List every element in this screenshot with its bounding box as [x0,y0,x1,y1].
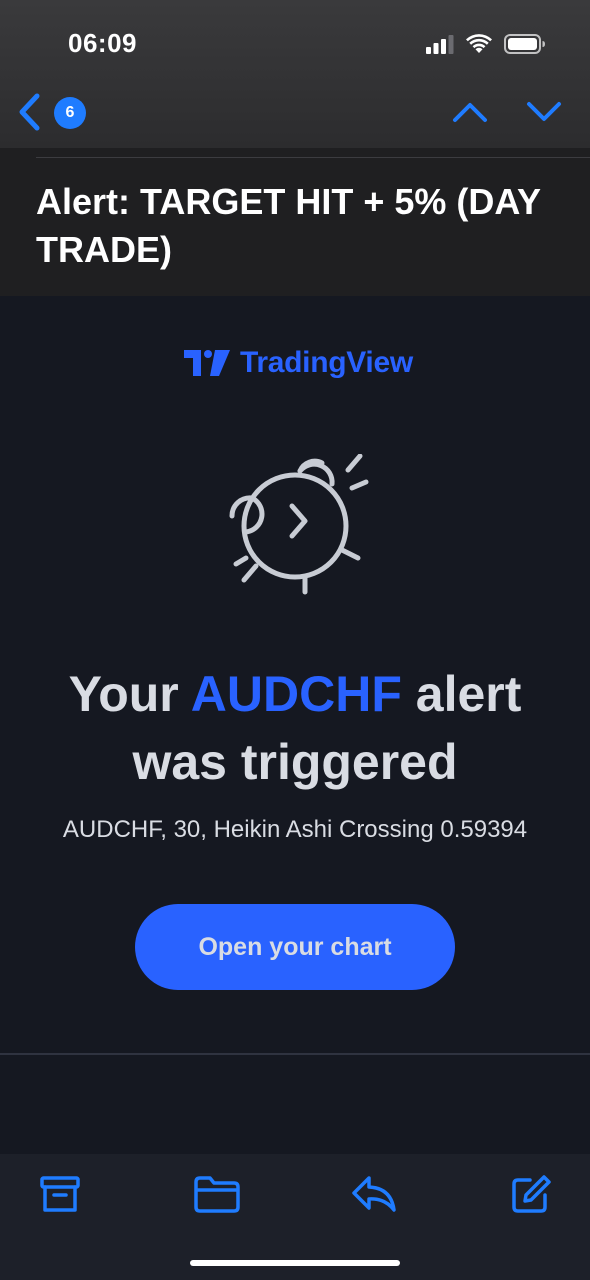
headline-suffix: alert [401,666,522,722]
reply-button[interactable] [350,1172,398,1216]
chevron-up-icon [453,103,487,122]
move-to-folder-button[interactable] [193,1172,241,1216]
unread-count-badge[interactable]: 6 [54,97,86,129]
archive-icon [40,1176,80,1212]
signal-icon [426,34,454,59]
email-body: TradingView Your AUDCHF alert was trigge… [0,296,590,1056]
compose-icon [512,1175,551,1213]
bottom-toolbar [0,1154,590,1280]
mail-nav-bar: 6 [0,84,590,144]
body-divider [0,1053,590,1055]
alert-detail: AUDCHF, 30, Heikin Ashi Crossing 0.59394 [62,816,528,843]
home-indicator[interactable] [190,1260,400,1266]
battery-icon [504,34,546,59]
previous-message-button[interactable] [450,94,490,130]
email-subject: Alert: TARGET HIT + 5% (DAY TRADE) [36,181,541,270]
status-bar: 06:09 [0,0,590,84]
tradingview-logo[interactable]: TradingView [184,346,413,380]
open-chart-button[interactable]: Open your chart [135,904,455,990]
tradingview-wordmark: TradingView [240,346,413,379]
tradingview-mark-icon [184,350,230,376]
wifi-icon [466,34,492,59]
subject-header: Alert: TARGET HIT + 5% (DAY TRADE) [0,148,590,296]
headline-line2: was triggered [132,734,458,790]
reply-icon [352,1176,396,1212]
headline-symbol: AUDCHF [190,666,402,722]
header-divider [36,157,590,158]
compose-button[interactable] [506,1172,554,1216]
alarm-clock-icon [229,454,369,595]
back-button[interactable] [12,92,46,132]
status-time: 06:09 [68,28,137,58]
folder-icon [194,1176,240,1213]
alert-headline: Your AUDCHF alert was triggered [0,660,590,796]
next-message-button[interactable] [524,94,564,130]
status-icons [426,34,546,59]
headline-prefix: Your [68,666,191,722]
chevron-down-icon [527,102,561,121]
chevron-left-icon [19,93,40,131]
mail-header: 06:09 6 [0,0,590,148]
archive-button[interactable] [36,1172,84,1216]
